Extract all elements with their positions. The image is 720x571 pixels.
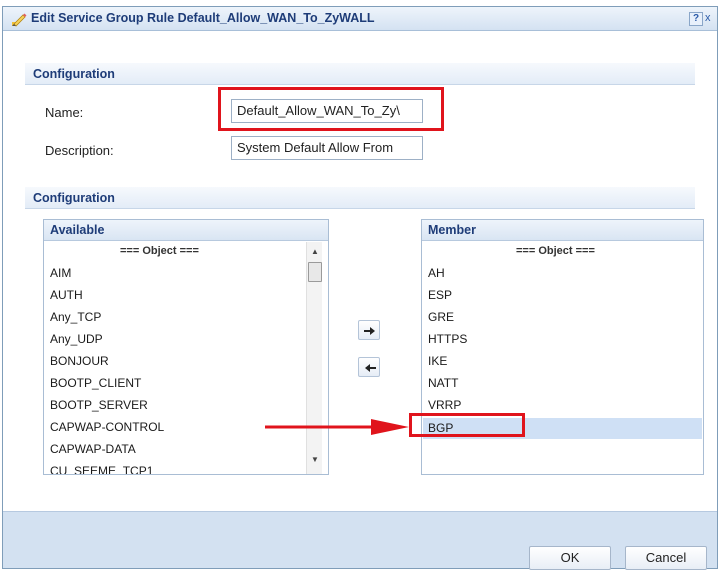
ok-button[interactable]: OK [529, 546, 611, 570]
bgp-highlight-annotation [409, 413, 525, 437]
member-group-label: === Object === [516, 245, 595, 257]
section-title: Configuration [33, 67, 115, 81]
dialog-footer: OK Cancel [3, 511, 717, 570]
list-item[interactable]: CU_SEEME_TCP1 [50, 464, 153, 474]
list-item[interactable]: CAPWAP-CONTROL [50, 420, 164, 434]
configuration-section-header: Configuration [25, 63, 695, 85]
list-item[interactable]: BOOTP_SERVER [50, 398, 148, 412]
list-item[interactable]: IKE [428, 354, 447, 368]
scroll-down-icon[interactable]: ▼ [307, 454, 323, 466]
member-header: Member [422, 220, 703, 241]
annotation-arrow-icon [265, 419, 409, 435]
list-item[interactable]: GRE [428, 310, 454, 324]
list-item[interactable]: BOOTP_CLIENT [50, 376, 141, 390]
arrow-right-icon [364, 327, 375, 335]
list-item[interactable]: HTTPS [428, 332, 467, 346]
scroll-up-icon[interactable]: ▲ [307, 246, 323, 258]
configuration-section-header-2: Configuration [25, 187, 695, 209]
scroll-thumb[interactable] [308, 262, 322, 282]
cancel-button[interactable]: Cancel [625, 546, 707, 570]
name-label: Name: [45, 105, 84, 120]
edit-service-group-dialog: Edit Service Group Rule Default_Allow_WA… [2, 6, 718, 570]
list-item[interactable]: ESP [428, 288, 452, 302]
remove-member-button[interactable] [358, 357, 380, 377]
list-item[interactable]: AH [428, 266, 445, 280]
list-item[interactable]: AUTH [50, 288, 83, 302]
list-item[interactable]: VRRP [428, 398, 461, 412]
list-item[interactable]: Any_UDP [50, 332, 103, 346]
member-header-label: Member [428, 223, 476, 237]
available-header: Available [44, 220, 328, 241]
list-item[interactable]: AIM [50, 266, 71, 280]
arrow-left-icon [365, 364, 376, 372]
pencil-icon [12, 13, 27, 27]
name-highlight-annotation [218, 87, 444, 131]
available-scrollbar[interactable]: ▲ ▼ [306, 242, 322, 474]
list-item[interactable]: Any_TCP [50, 310, 101, 324]
add-member-button[interactable] [358, 320, 380, 340]
section-title-2: Configuration [33, 191, 115, 205]
available-header-label: Available [50, 223, 105, 237]
available-group-label: === Object === [120, 245, 199, 257]
list-item[interactable]: BONJOUR [50, 354, 109, 368]
help-button[interactable]: ? [689, 12, 703, 26]
description-field[interactable]: System Default Allow From [231, 136, 423, 160]
list-item[interactable]: CAPWAP-DATA [50, 442, 136, 456]
description-label: Description: [45, 143, 114, 158]
list-item[interactable]: NATT [428, 376, 458, 390]
dialog-titlebar: Edit Service Group Rule Default_Allow_WA… [3, 7, 717, 31]
close-button[interactable]: x [705, 11, 717, 26]
dialog-title: Edit Service Group Rule Default_Allow_WA… [31, 11, 375, 25]
